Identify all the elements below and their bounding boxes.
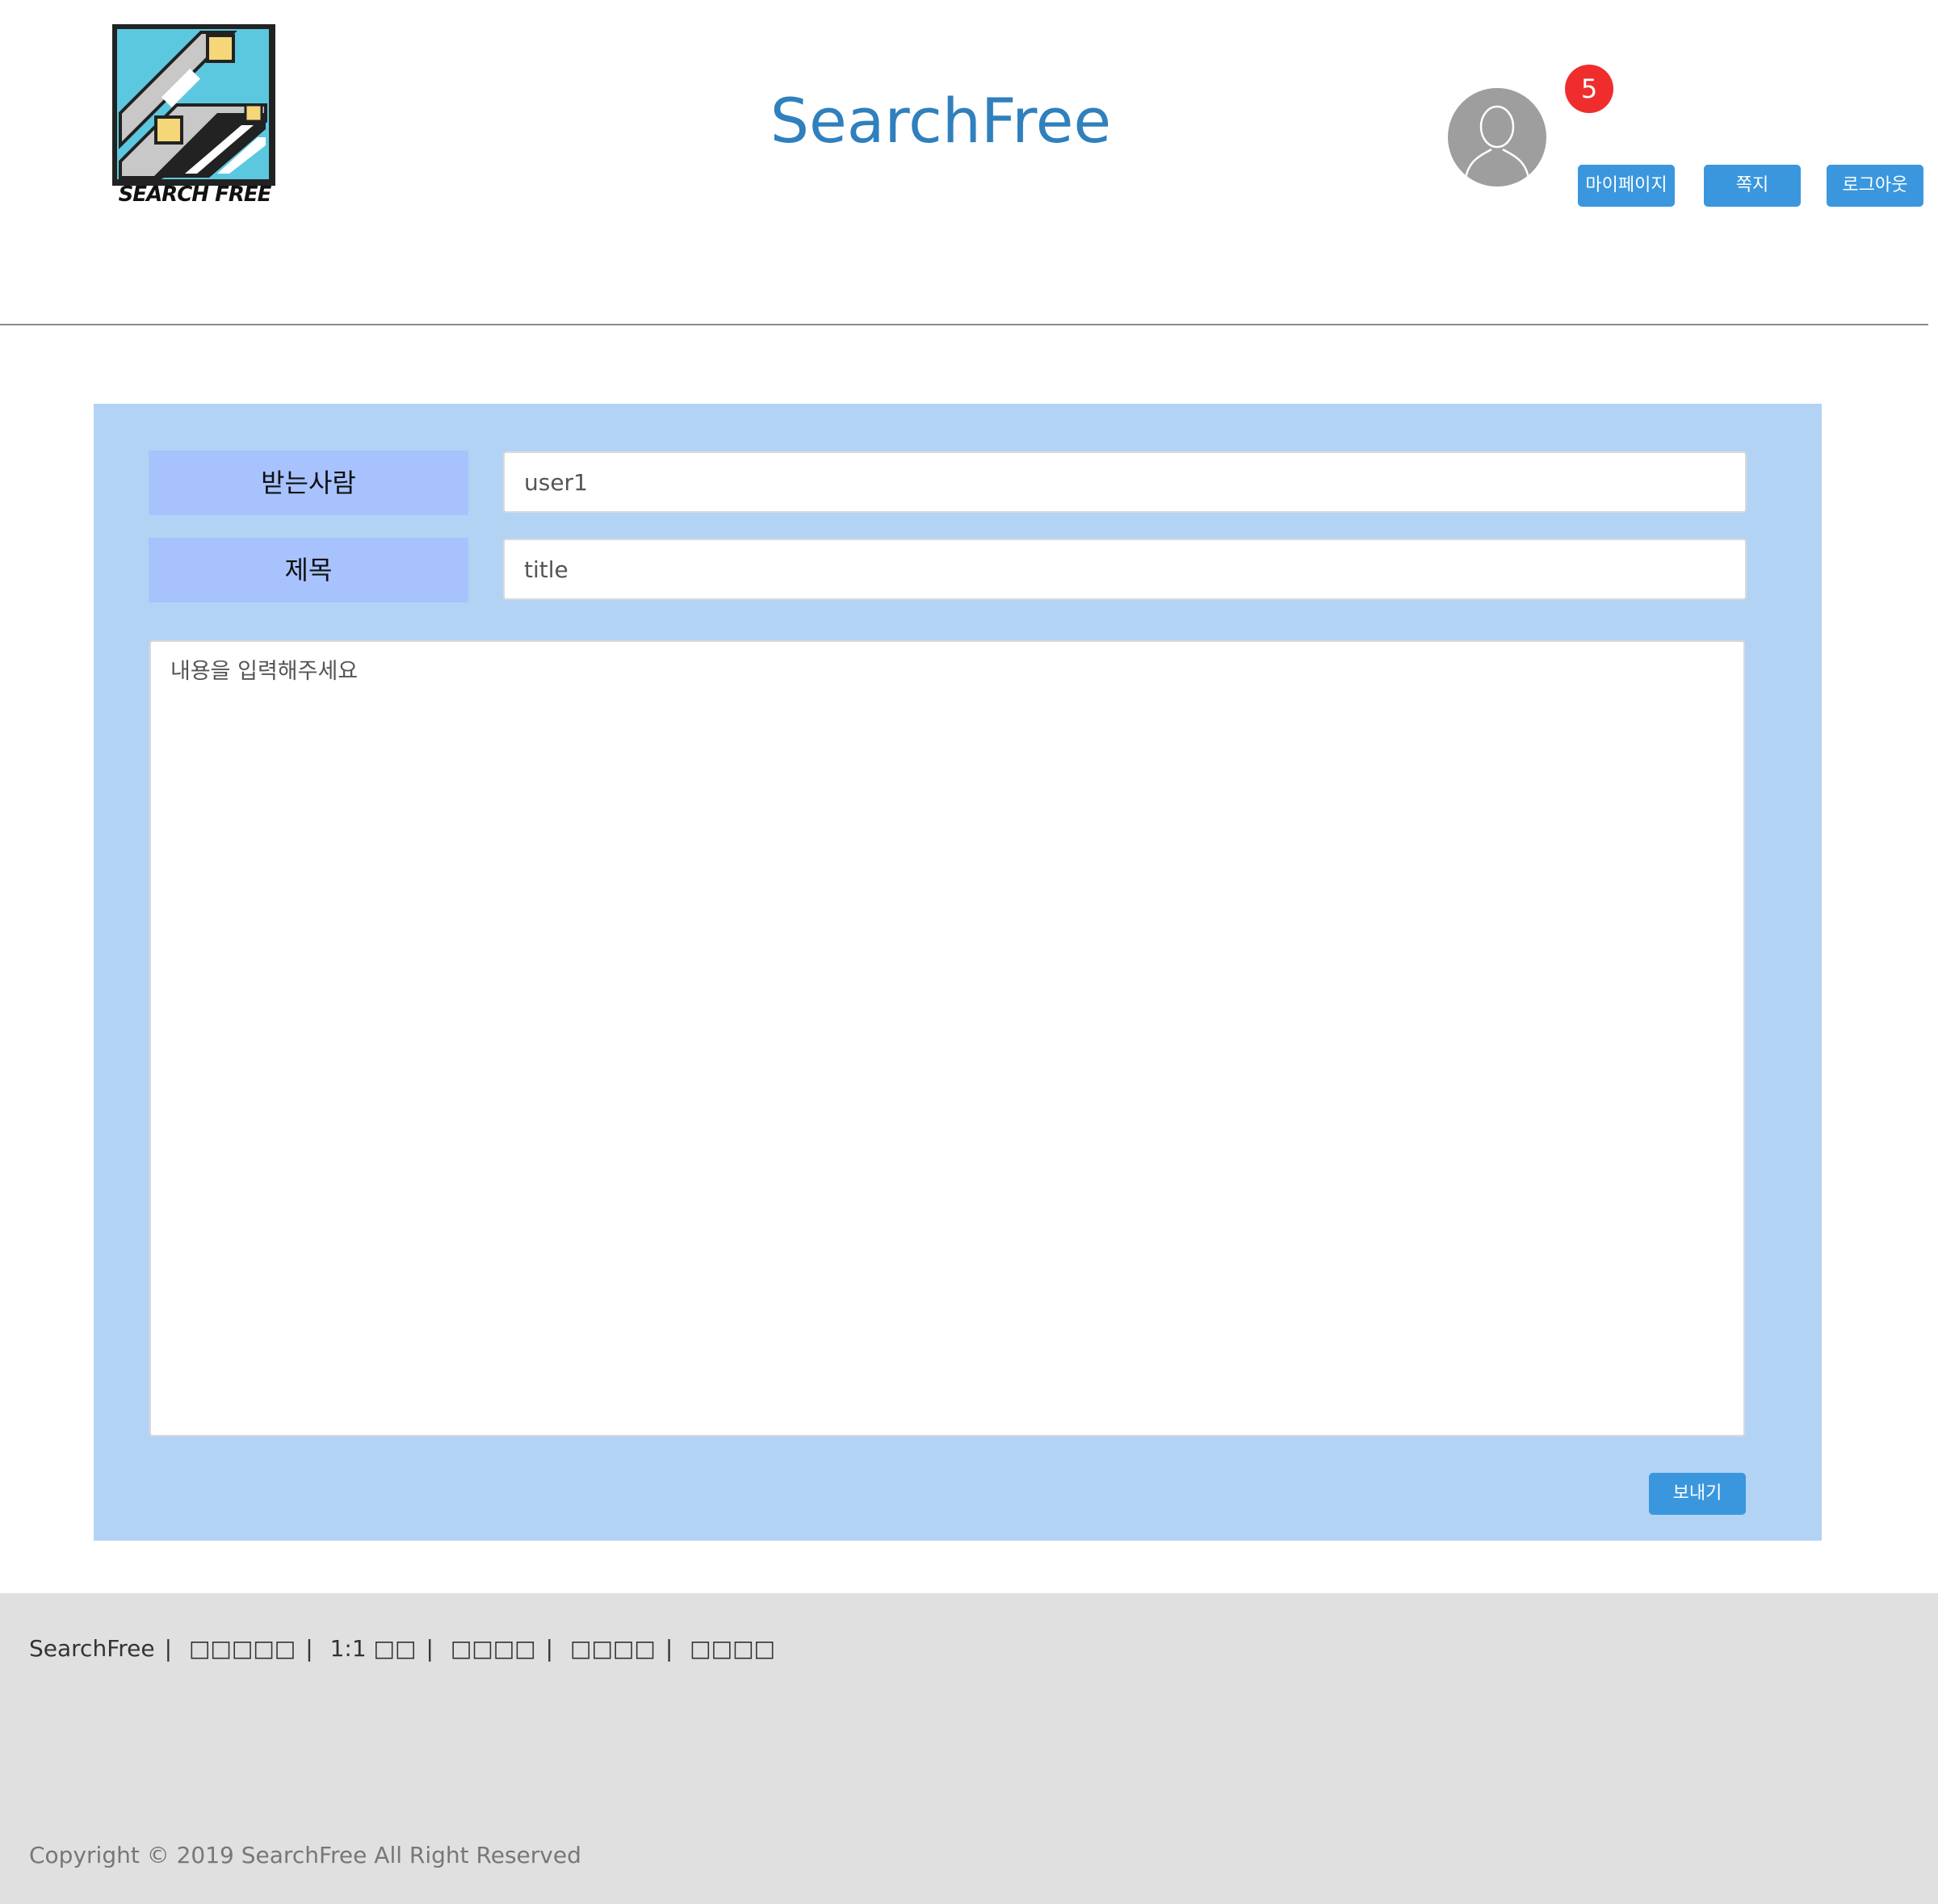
footer: SearchFree | □□□□□ | 1:1 □□ | □□□□ | □□□□ | □… [0, 1593, 1938, 1904]
footer-link-2[interactable]: 1:1 □□ [330, 1635, 417, 1662]
footer-separator: | [164, 1635, 173, 1662]
copyright-text: Copyright © 2019 SearchFree All Right Re… [29, 1842, 581, 1868]
recipient-input[interactable] [503, 451, 1747, 513]
footer-links: SearchFree | □□□□□ | 1:1 □□ | □□□□ | □□□□ | □… [29, 1635, 775, 1662]
footer-link-1[interactable]: □□□□□ [189, 1635, 296, 1662]
message-form: 받는사람 제목 보내기 [94, 404, 1822, 1541]
footer-separator: | [305, 1635, 313, 1662]
footer-link-5[interactable]: □□□□ [690, 1635, 775, 1662]
footer-separator: | [426, 1635, 434, 1662]
title-label: 제목 [149, 538, 468, 602]
notification-badge[interactable]: 5 [1565, 65, 1613, 113]
logout-button[interactable]: 로그아웃 [1827, 165, 1923, 207]
footer-separator: | [545, 1635, 554, 1662]
logo-text: SEARCH FREE [118, 182, 272, 207]
footer-link-4[interactable]: □□□□ [570, 1635, 656, 1662]
recipient-label: 받는사람 [149, 451, 468, 515]
footer-separator: | [665, 1635, 673, 1662]
send-button[interactable]: 보내기 [1649, 1473, 1746, 1515]
footer-brand: SearchFree [29, 1635, 155, 1662]
note-button[interactable]: 쪽지 [1704, 165, 1801, 207]
user-silhouette-icon [1464, 105, 1530, 179]
footer-link-3[interactable]: □□□□ [451, 1635, 536, 1662]
header-divider [0, 324, 1928, 325]
mypage-button[interactable]: 마이페이지 [1578, 165, 1675, 207]
page: SEARCH FREE SearchFree 5 마이페이지 쪽지 로그아웃 받… [0, 0, 1938, 1904]
avatar[interactable] [1448, 88, 1546, 187]
content-textarea[interactable] [149, 640, 1745, 1436]
title-input[interactable] [503, 539, 1747, 600]
